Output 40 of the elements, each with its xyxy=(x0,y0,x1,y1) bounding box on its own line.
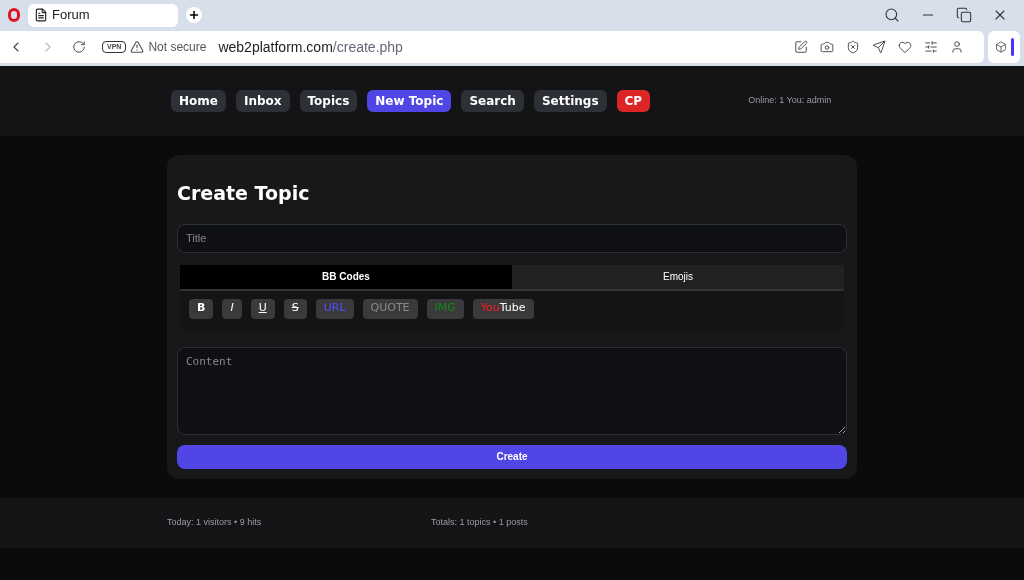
page-heading: Create Topic xyxy=(177,181,311,206)
create-button[interactable]: Create xyxy=(177,444,847,469)
nav-button[interactable]: Search xyxy=(461,90,524,112)
send-icon[interactable] xyxy=(872,40,886,54)
heart-icon[interactable] xyxy=(898,40,912,54)
search-icon[interactable] xyxy=(884,7,900,23)
italic-button[interactable]: I xyxy=(222,298,242,319)
edit-icon[interactable] xyxy=(794,40,808,54)
settings-icon[interactable] xyxy=(924,40,938,54)
title-field[interactable]: Title xyxy=(177,223,847,253)
content-field[interactable]: Content xyxy=(177,346,847,435)
browser-tab[interactable]: Forum xyxy=(28,3,178,27)
underline-button[interactable]: U xyxy=(250,298,275,319)
bold-button[interactable]: B xyxy=(189,298,214,319)
editor-tab[interactable]: BB Codes xyxy=(180,264,512,289)
new-tab-button[interactable] xyxy=(186,7,202,23)
warning-icon xyxy=(130,40,145,54)
sidebar-indicator xyxy=(1010,38,1014,56)
security-status[interactable]: Not secure xyxy=(148,38,207,56)
address-bar[interactable]: web2platform.com/create.php xyxy=(218,36,403,58)
totals-stats: Totals: 1 topics • 1 posts xyxy=(431,515,528,529)
nav-button[interactable]: New Topic xyxy=(367,90,452,112)
nav-button[interactable]: Inbox xyxy=(235,90,290,112)
strike-button[interactable]: S xyxy=(283,298,307,319)
youtube-button[interactable]: YouTube xyxy=(472,298,534,319)
browser-logo-icon[interactable] xyxy=(8,8,20,22)
nav-button[interactable]: Settings xyxy=(533,90,607,112)
editor-tab[interactable]: Emojis xyxy=(512,264,844,289)
nav-button[interactable]: Home xyxy=(171,90,226,112)
extensions-icon[interactable] xyxy=(994,41,1007,53)
reload-icon[interactable] xyxy=(72,40,86,54)
camera-icon[interactable] xyxy=(820,40,834,54)
page-icon xyxy=(34,8,48,22)
profile-icon[interactable] xyxy=(950,40,964,54)
shield-icon[interactable] xyxy=(846,40,860,54)
restore-icon[interactable] xyxy=(956,7,972,23)
online-status: Online: 1 You: admin xyxy=(748,94,832,108)
nav-button[interactable]: Topics xyxy=(299,90,358,112)
nav-button[interactable]: CP xyxy=(616,90,651,112)
today-stats: Today: 1 visitors • 9 hits xyxy=(167,515,263,529)
